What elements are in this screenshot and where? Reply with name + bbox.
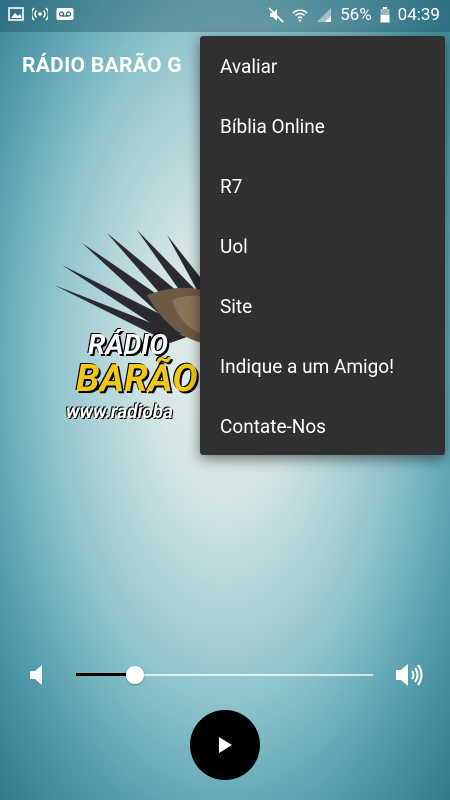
menu-item-uol[interactable]: Uol: [200, 216, 445, 276]
menu-item-r7[interactable]: R7: [200, 156, 445, 216]
menu-item-contate-nos[interactable]: Contate-Nos: [200, 396, 445, 456]
play-button[interactable]: [190, 710, 260, 780]
clock: 04:39: [397, 5, 440, 25]
battery-percent: 56%: [340, 5, 372, 25]
menu-item-indique-amigo[interactable]: Indique a um Amigo!: [200, 336, 445, 396]
volume-slider-thumb[interactable]: [126, 666, 145, 684]
mute-icon: [268, 7, 284, 23]
menu-item-avaliar[interactable]: Avaliar: [200, 36, 445, 96]
signal-icon: [317, 8, 332, 22]
broadcast-icon: [32, 7, 48, 21]
logo-text-barao: BARÃO: [76, 357, 198, 401]
voicemail-icon: [56, 8, 74, 20]
logo-text-url: www.radioba: [66, 400, 173, 423]
menu-item-biblia-online[interactable]: Bíblia Online: [200, 96, 445, 156]
page-title: RÁDIO BARÃO G: [22, 54, 182, 78]
play-icon: [219, 737, 232, 753]
volume-high-icon[interactable]: [394, 662, 424, 688]
image-icon: [8, 7, 24, 21]
menu-item-site[interactable]: Site: [200, 276, 445, 336]
status-bar: 56% 04:39: [0, 0, 450, 32]
wifi-icon: [292, 9, 308, 22]
overflow-menu: Avaliar Bíblia Online R7 Uol Site Indiqu…: [200, 36, 445, 455]
battery-icon: [380, 7, 390, 23]
volume-low-icon[interactable]: [28, 664, 48, 686]
